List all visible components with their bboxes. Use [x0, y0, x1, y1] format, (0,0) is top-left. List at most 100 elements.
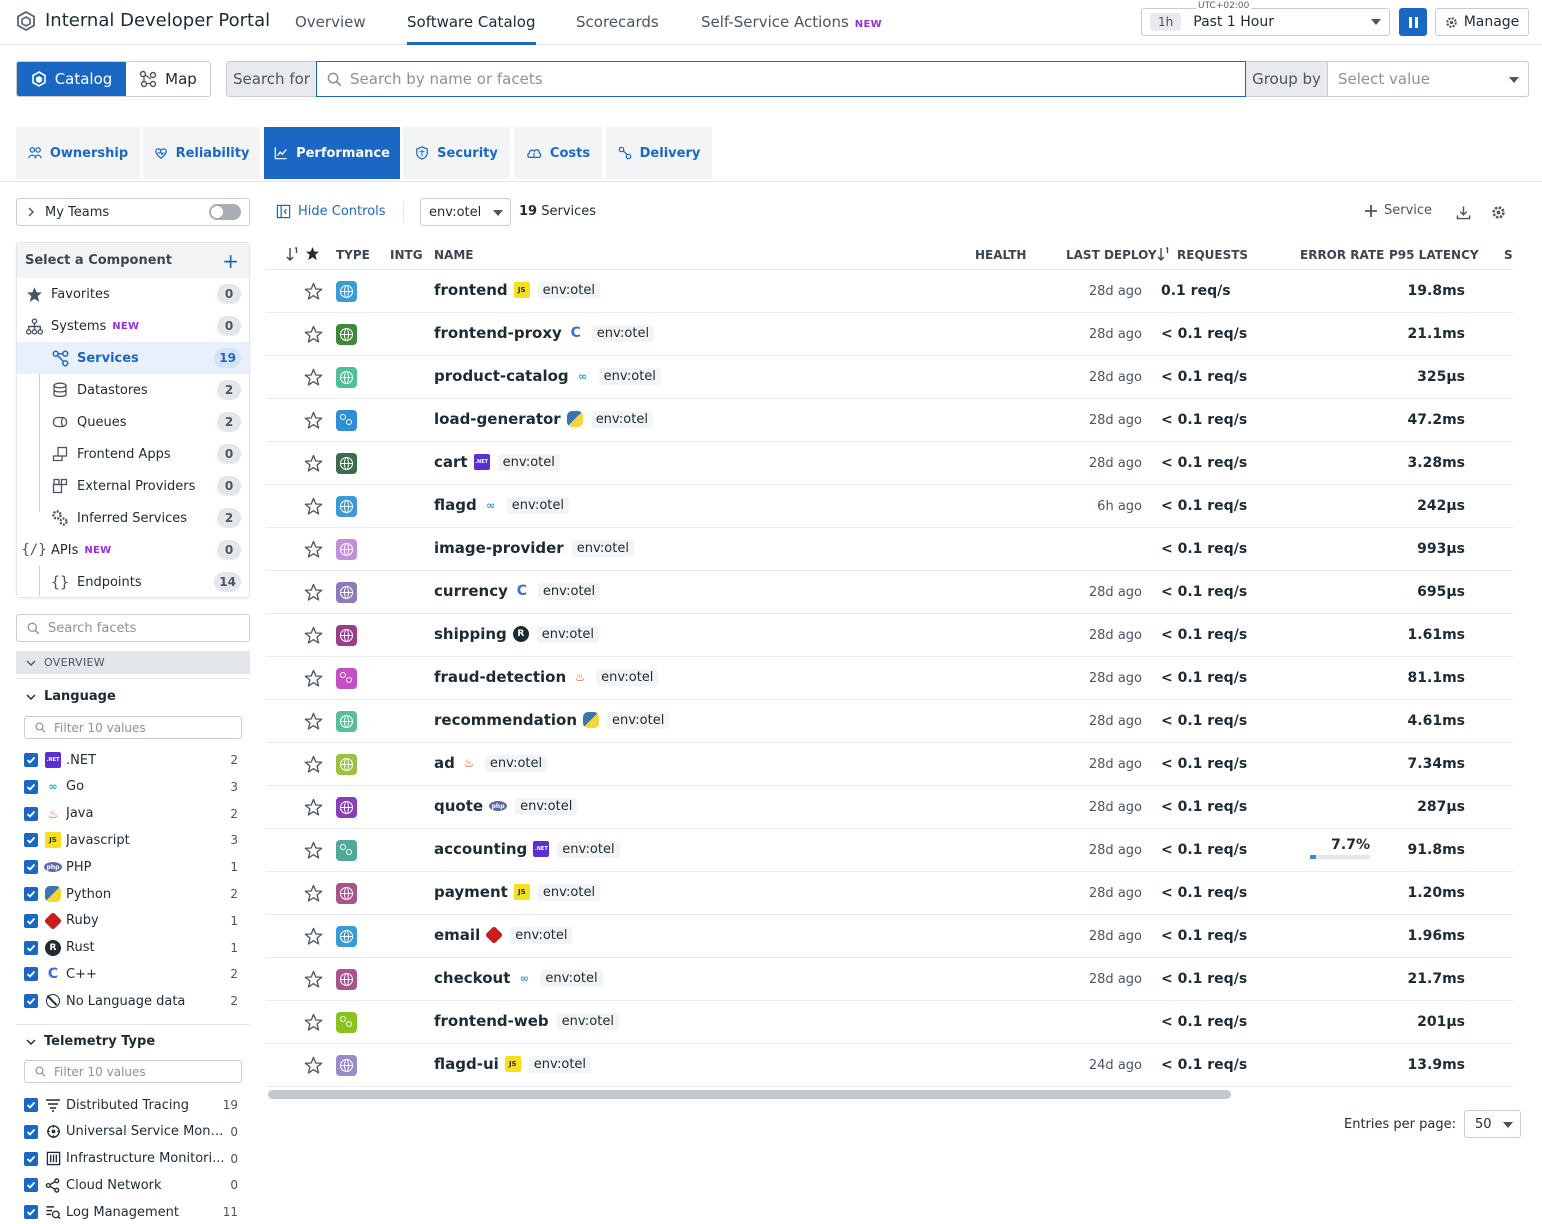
telemetry-facet-value[interactable]: Log Management 11 — [24, 1201, 238, 1223]
horizontal-scrollbar[interactable] — [268, 1090, 1513, 1099]
service-name-link[interactable]: payment — [434, 883, 508, 901]
favorite-star-icon[interactable] — [304, 626, 323, 649]
favorite-star-icon[interactable] — [304, 411, 323, 434]
language-facet-value[interactable]: No Language data 2 — [24, 990, 238, 1012]
service-name-link[interactable]: frontend-web — [434, 1012, 549, 1030]
service-name-link[interactable]: cart — [434, 453, 468, 471]
add-service-button[interactable]: Service — [1364, 203, 1432, 218]
service-name-link[interactable]: ad — [434, 754, 455, 772]
checkbox-checked-icon[interactable] — [24, 1151, 38, 1166]
table-row[interactable]: image-provider env:otel < 0.1 req/s 993µs — [266, 528, 1513, 571]
checkbox-checked-icon[interactable] — [24, 806, 38, 821]
env-select[interactable]: env:otel — [420, 198, 511, 226]
sort-desc-icon[interactable] — [1157, 246, 1171, 265]
favorite-star-icon[interactable] — [304, 583, 323, 606]
search-input-wrapper[interactable] — [316, 61, 1246, 97]
table-row[interactable]: product-catalog ∞ env:otel 28d ago < 0.1 req… — [266, 356, 1513, 399]
brand[interactable]: Internal Developer Portal — [16, 10, 270, 31]
column-health[interactable]: HEALTH — [975, 248, 1026, 262]
favorite-star-icon[interactable] — [304, 669, 323, 692]
component-inferred-services[interactable]: Inferred Services 2 — [17, 502, 249, 534]
checkbox-checked-icon[interactable] — [24, 887, 38, 901]
env-tag[interactable]: env:otel — [557, 840, 620, 858]
column-name[interactable]: NAME — [434, 248, 473, 262]
env-tag[interactable]: env:otel — [537, 883, 601, 901]
sort-icon[interactable] — [286, 246, 300, 265]
checkbox-checked-icon[interactable] — [24, 967, 38, 982]
nav-tab-overview[interactable]: Overview — [295, 13, 366, 45]
favorite-star-icon[interactable] — [304, 454, 323, 477]
checkbox-checked-icon[interactable] — [24, 913, 38, 928]
service-name-link[interactable]: recommendation — [434, 711, 577, 729]
component-apis[interactable]: {/} APIs NEW 0 — [17, 534, 249, 566]
checkbox-checked-icon[interactable] — [24, 994, 38, 1009]
hide-controls-button[interactable]: Hide Controls — [276, 204, 386, 219]
language-facet-toggle[interactable]: Language — [26, 689, 116, 704]
table-row[interactable]: accounting .NET env:otel 28d ago < 0.1 req/s… — [266, 829, 1513, 872]
env-tag[interactable]: env:otel — [506, 496, 569, 514]
favorite-star-icon[interactable] — [304, 970, 323, 993]
favorite-star-icon[interactable] — [304, 927, 323, 950]
env-tag[interactable]: env:otel — [510, 926, 573, 944]
checkbox-checked-icon[interactable] — [24, 1205, 38, 1220]
component-services[interactable]: Services 19 — [17, 342, 249, 374]
checkbox-checked-icon[interactable] — [24, 833, 38, 848]
favorite-column-star-icon[interactable] — [305, 246, 320, 264]
my-teams-switch[interactable] — [209, 204, 241, 220]
language-facet-value[interactable]: ∞ Go 3 — [24, 776, 238, 798]
language-facet-value[interactable]: JS Javascript 3 — [24, 829, 238, 851]
telemetry-facet-value[interactable]: Universal Service Monit... 0 — [24, 1121, 238, 1143]
column-error-rate[interactable]: ERROR RATE — [1300, 248, 1384, 262]
column-p95-latency[interactable]: P95 LATENCY — [1389, 248, 1479, 262]
service-name-link[interactable]: flagd — [434, 496, 477, 514]
lens-tab-delivery[interactable]: Delivery — [606, 127, 712, 179]
telemetry-facet-toggle[interactable]: Telemetry Type — [26, 1034, 155, 1049]
service-name-link[interactable]: email — [434, 926, 480, 944]
language-facet-value[interactable]: C C++ 2 — [24, 963, 238, 985]
column-requests[interactable]: REQUESTS — [1177, 248, 1248, 262]
env-tag[interactable]: env:otel — [536, 625, 600, 643]
language-facet-value[interactable]: php PHP 1 — [24, 856, 238, 878]
favorite-star-icon[interactable] — [304, 325, 323, 348]
language-facet-value[interactable]: Ruby 1 — [24, 910, 238, 932]
env-tag[interactable]: env:otel — [484, 754, 548, 772]
env-tag[interactable]: env:otel — [607, 711, 670, 729]
service-name-link[interactable]: currency — [434, 582, 508, 600]
time-picker[interactable]: 1h Past 1 Hour — [1141, 8, 1390, 36]
service-name-link[interactable]: checkout — [434, 969, 510, 987]
table-row[interactable]: cart .NET env:otel 28d ago < 0.1 req/s 3.28ms — [266, 442, 1513, 485]
table-row[interactable]: frontend JS env:otel 28d ago 0.1 req/s 19.8ms — [266, 270, 1513, 313]
env-tag[interactable]: env:otel — [537, 582, 601, 600]
map-view-button[interactable]: Map — [126, 62, 210, 96]
env-tag[interactable]: env:otel — [540, 969, 603, 987]
service-name-link[interactable]: image-provider — [434, 539, 564, 557]
env-tag[interactable]: env:otel — [571, 539, 634, 557]
service-name-link[interactable]: shipping — [434, 625, 507, 643]
service-name-link[interactable]: frontend-proxy — [434, 324, 562, 342]
table-row[interactable]: recommendation env:otel 28d ago < 0.1 req/s… — [266, 700, 1513, 743]
lens-tab-performance[interactable]: Performance — [264, 127, 400, 179]
service-name-link[interactable]: frontend — [434, 281, 508, 299]
table-row[interactable]: quote php env:otel 28d ago < 0.1 req/s 287µs — [266, 786, 1513, 829]
table-row[interactable]: checkout ∞ env:otel 28d ago < 0.1 req/s 21.7m… — [266, 958, 1513, 1001]
favorite-star-icon[interactable] — [304, 884, 323, 907]
component-favorites[interactable]: Favorites 0 — [17, 278, 249, 310]
env-tag[interactable]: env:otel — [591, 324, 655, 342]
checkbox-checked-icon[interactable] — [24, 779, 38, 794]
catalog-view-button[interactable]: Catalog — [17, 62, 126, 96]
my-teams-toggle[interactable]: My Teams — [16, 198, 250, 226]
service-name-link[interactable]: flagd-ui — [434, 1055, 499, 1073]
table-row[interactable]: load-generator env:otel 28d ago < 0.1 req/s… — [266, 399, 1513, 442]
nav-tab-software-catalog[interactable]: Software Catalog — [407, 13, 536, 45]
env-tag[interactable]: env:otel — [598, 367, 661, 385]
favorite-star-icon[interactable] — [304, 841, 323, 864]
telemetry-facet-value[interactable]: Distributed Tracing 19 — [24, 1094, 238, 1116]
nav-tab-self-service-actions[interactable]: Self-Service Actions NEW — [701, 13, 882, 45]
checkbox-checked-icon[interactable] — [24, 860, 38, 875]
language-filter-input[interactable]: Filter 10 values — [24, 716, 242, 739]
lens-tab-costs[interactable]: Costs — [514, 127, 602, 179]
group-by-select[interactable]: Select value — [1328, 61, 1529, 97]
favorite-star-icon[interactable] — [304, 1056, 323, 1079]
table-row[interactable]: shipping Renv:otel 28d ago < 0.1 req/s 1.61m… — [266, 614, 1513, 657]
language-facet-value[interactable]: ♨ Java 2 — [24, 803, 238, 825]
